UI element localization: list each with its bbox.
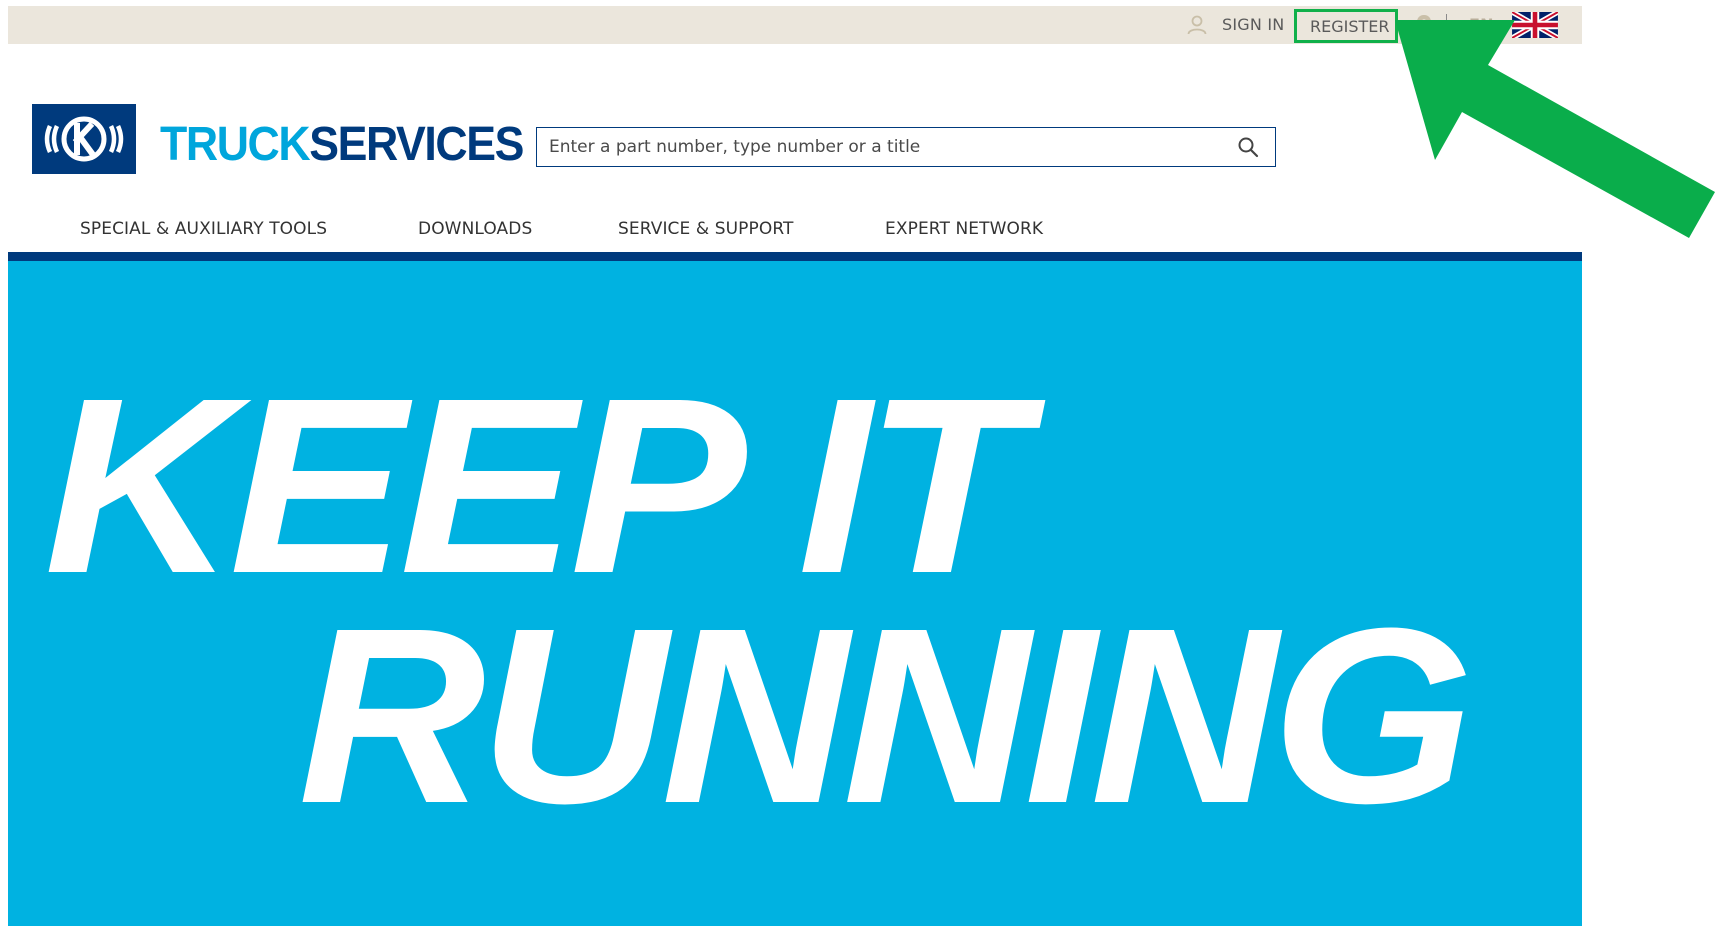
nav-item-special-tools[interactable]: SPECIAL & AUXILIARY TOOLS [80, 219, 327, 239]
brand-wordmark[interactable]: TRUCKSERVICES [160, 117, 524, 172]
nav-item-service-support[interactable]: SERVICE & SUPPORT [618, 219, 794, 239]
nav-item-downloads[interactable]: DOWNLOADS [418, 219, 532, 239]
register-link[interactable]: REGISTER [1310, 17, 1390, 36]
search-box [536, 127, 1276, 167]
hero-headline-line2: RUNNING [298, 576, 1474, 855]
top-utility-bar: SIGN IN REGISTER EN [8, 6, 1582, 44]
page: SIGN IN REGISTER EN TRUCKSERVICES [8, 6, 1582, 926]
brand-truck: TRUCK [160, 118, 311, 171]
hero-headline-line1: KEEP IT [44, 346, 1027, 625]
user-icon[interactable] [1186, 14, 1208, 36]
brand-services: SERVICES [309, 118, 524, 171]
company-logo[interactable] [32, 104, 136, 174]
nav-item-expert-network[interactable]: EXPERT NETWORK [885, 219, 1043, 239]
sign-in-link[interactable]: SIGN IN [1222, 15, 1284, 34]
hero-banner[interactable]: KEEP IT RUNNING [8, 261, 1582, 926]
knorr-bremse-logo-icon [44, 116, 124, 162]
search-icon[interactable] [1237, 136, 1259, 158]
green-arrow-icon [1395, 20, 1715, 238]
register-highlight: REGISTER [1294, 9, 1398, 43]
search-input[interactable] [537, 128, 1239, 166]
nav-underline-bar [8, 252, 1582, 261]
